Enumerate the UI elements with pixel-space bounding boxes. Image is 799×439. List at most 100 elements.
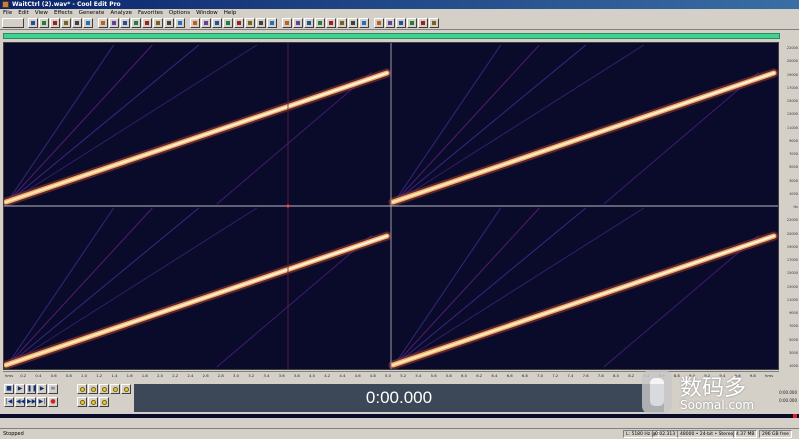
zoom-left-icon[interactable] — [77, 397, 87, 407]
toolbar-button[interactable] — [72, 18, 82, 28]
toolbar-icon — [53, 21, 57, 25]
record-button[interactable]: ● — [48, 397, 58, 407]
zoom-selection-icon[interactable] — [99, 397, 109, 407]
toolbar-button[interactable] — [429, 18, 439, 28]
toolbar-button[interactable] — [175, 18, 185, 28]
toolbar-button[interactable] — [293, 18, 303, 28]
toolbar-button[interactable] — [385, 18, 395, 28]
pause-button[interactable]: ❚❚ — [26, 384, 37, 394]
toolbar-button[interactable] — [109, 18, 119, 28]
status-time: 0:02.313 — [652, 430, 679, 438]
zoom-right-icon[interactable] — [88, 397, 98, 407]
toolbar-icon — [432, 21, 436, 25]
zoom-full-icon[interactable] — [99, 384, 109, 394]
toolbar-icon — [318, 21, 322, 25]
frequency-tick-label: 1000 — [789, 191, 798, 196]
go-to-end-button[interactable]: ▶| — [37, 397, 47, 407]
frequency-tick-label: 7000 — [789, 152, 798, 156]
toolbar-button[interactable] — [120, 18, 130, 28]
time-tick-label: 3.6 — [278, 373, 285, 378]
zoom-out-vertical-icon[interactable] — [121, 384, 131, 394]
toolbar-button[interactable] — [153, 18, 163, 28]
time-tick-label: 7.4 — [567, 373, 574, 378]
menu-effects[interactable]: Effects — [54, 9, 73, 17]
time-tick-label: 4.4 — [339, 373, 346, 378]
go-to-start-button[interactable]: |◀ — [4, 397, 14, 407]
menu-file[interactable]: File — [3, 9, 12, 17]
time-tick-label: 4.0 — [309, 373, 316, 378]
time-tick-label: 1.0 — [81, 373, 88, 378]
toggle-view-button[interactable] — [2, 18, 24, 28]
frequency-tick-label: 13000 — [786, 284, 798, 289]
waveform-overview-bar[interactable] — [3, 33, 780, 39]
time-tick-label: 0.2 — [20, 373, 27, 378]
toolbar-button[interactable] — [39, 18, 49, 28]
toolbar-button[interactable] — [315, 18, 325, 28]
rewind-button[interactable]: ◀◀ — [15, 397, 25, 407]
spectral-display[interactable] — [3, 42, 779, 370]
zoom-out-horizontal-icon[interactable] — [88, 384, 98, 394]
toolbar-button[interactable] — [374, 18, 384, 28]
toolbar-button[interactable] — [418, 18, 428, 28]
toolbar-icon — [226, 21, 230, 25]
toolbar-button[interactable] — [396, 18, 406, 28]
menu-window[interactable]: Window — [196, 9, 218, 17]
menu-help[interactable]: Help — [224, 9, 237, 17]
toolbar-button[interactable] — [223, 18, 233, 28]
toolbar-icon — [193, 21, 197, 25]
toolbar-button[interactable] — [282, 18, 292, 28]
toolbar-icon — [421, 21, 425, 25]
frequency-tick-label: 19000 — [786, 72, 798, 77]
toolbar-button[interactable] — [190, 18, 200, 28]
spectral-view[interactable] — [4, 43, 778, 369]
frequency-tick-label: 22000 — [786, 46, 798, 50]
frequency-tick-label: 19000 — [786, 244, 798, 249]
menu-view[interactable]: View — [35, 9, 48, 17]
toolbar-button[interactable] — [359, 18, 369, 28]
zoom-in-vertical-icon[interactable] — [110, 384, 120, 394]
toolbar-button[interactable] — [256, 18, 266, 28]
menu-analyze[interactable]: Analyze — [110, 9, 132, 17]
toolbar-button[interactable] — [98, 18, 108, 28]
menu-favorites[interactable]: Favorites — [138, 9, 163, 17]
toolbar-button[interactable] — [348, 18, 358, 28]
time-tick-label: 0.8 — [65, 373, 72, 378]
frequency-tick-label: 3000 — [789, 350, 798, 355]
toolbar-icon — [270, 21, 274, 25]
menu-options[interactable]: Options — [169, 9, 190, 17]
toolbar-button[interactable] — [142, 18, 152, 28]
toolbar-button[interactable] — [234, 18, 244, 28]
watermark-url: Soomal.com — [680, 398, 755, 412]
menu-generate[interactable]: Generate — [79, 9, 105, 17]
time-tick-label: 2.2 — [172, 373, 179, 378]
toolbar-button[interactable] — [83, 18, 93, 28]
toolbar-icon — [178, 21, 182, 25]
toolbar-button[interactable] — [326, 18, 336, 28]
frequency-tick-label: 15000 — [786, 271, 798, 276]
play-button[interactable]: ▶ — [15, 384, 25, 394]
time-tick-label: 3.0 — [233, 373, 240, 378]
harmonic-line — [5, 44, 200, 205]
menu-edit[interactable]: Edit — [18, 9, 29, 17]
toolbar-button[interactable] — [245, 18, 255, 28]
toolbar-button[interactable] — [267, 18, 277, 28]
toolbar-button[interactable] — [131, 18, 141, 28]
zoom-in-horizontal-icon[interactable] — [77, 384, 87, 394]
fast-forward-button[interactable]: ▶▶ — [26, 397, 36, 407]
toolbar-button[interactable] — [201, 18, 211, 28]
loop-button[interactable]: ∞ — [48, 384, 58, 394]
sweep-core — [4, 71, 389, 204]
toolbar-button[interactable] — [304, 18, 314, 28]
toolbar-button[interactable] — [212, 18, 222, 28]
play-to-end-button[interactable]: ▶ — [37, 384, 47, 394]
toolbar-button[interactable] — [61, 18, 71, 28]
toolbar-button[interactable] — [407, 18, 417, 28]
toolbar-icon — [101, 21, 105, 25]
time-tick-label: 0.6 — [50, 373, 57, 378]
toolbar-button[interactable] — [164, 18, 174, 28]
toolbar-button[interactable] — [50, 18, 60, 28]
stop-button[interactable]: ■ — [4, 384, 14, 394]
toolbar-button[interactable] — [28, 18, 38, 28]
toolbar — [0, 17, 799, 30]
toolbar-button[interactable] — [337, 18, 347, 28]
